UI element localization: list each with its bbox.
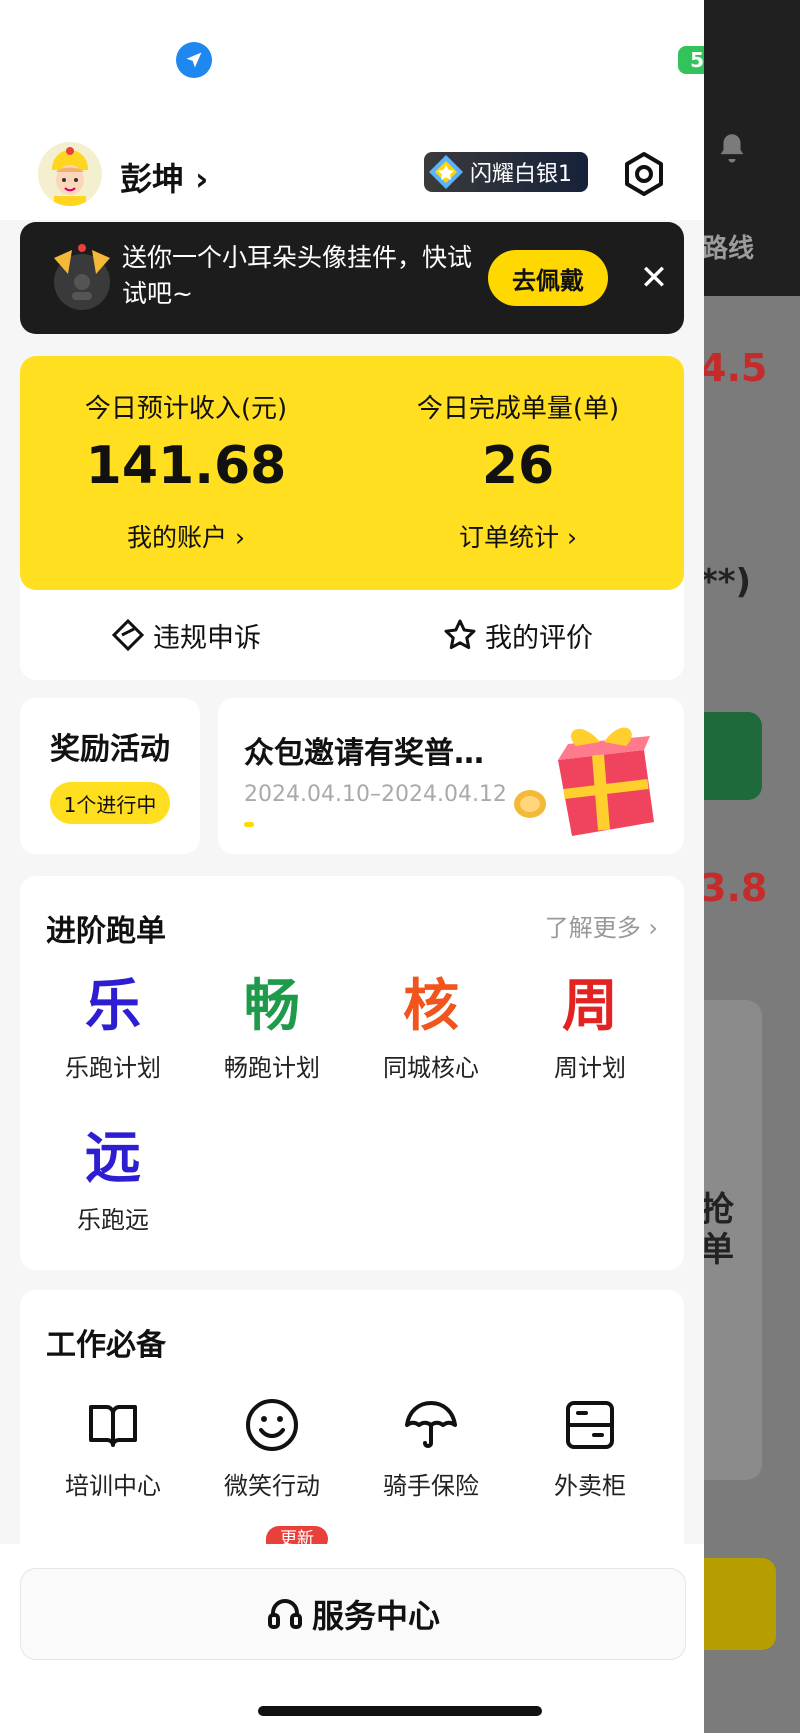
plan-label: 乐跑远	[77, 1206, 149, 1234]
background-green-button	[700, 712, 762, 800]
plan-glyph-icon: 核	[403, 974, 459, 1039]
section-title: 进阶跑单	[46, 914, 166, 949]
appeal-icon	[111, 618, 145, 652]
earnings-card: 今日预计收入(元) 141.68 我的账户 › 今日完成单量(单) 26 订单统…	[20, 356, 684, 680]
location-arrow-icon	[176, 42, 212, 78]
service-footer: 服务中心	[0, 1544, 704, 1733]
earnings-summary: 今日预计收入(元) 141.68 我的账户 › 今日完成单量(单) 26 订单统…	[20, 356, 684, 590]
promo-date: 2024.04.10–2024.04.12	[244, 782, 507, 807]
route-label: 路线	[702, 234, 755, 264]
learn-more-link[interactable]: 了解更多 ›	[545, 908, 658, 943]
bell-icon	[715, 130, 749, 164]
tool-label: 骑手保险	[383, 1472, 479, 1500]
gift-box-icon	[514, 727, 654, 836]
background-yellow-button	[700, 1558, 776, 1650]
orders-value: 26	[481, 436, 555, 496]
background-price: 3.8	[700, 866, 768, 910]
section-title: 工作必备	[46, 1328, 166, 1363]
plan-glyph-icon: 乐	[85, 974, 141, 1039]
plan-city-core[interactable]: 核 同城核心	[348, 972, 514, 1083]
star-icon	[444, 619, 476, 650]
status-bar: 55	[0, 0, 704, 120]
tool-label: 微笑行动	[224, 1472, 320, 1500]
book-icon	[89, 1405, 137, 1447]
reward-status-badge: 1个进行中	[50, 782, 170, 824]
close-icon[interactable]: ✕	[634, 258, 674, 298]
tool-label: 外卖柜	[554, 1472, 626, 1500]
profile-header: 彭坤 › 闪耀白银1	[0, 120, 704, 220]
background-price: 4.5	[700, 346, 768, 390]
appeal-label: 违规申诉	[153, 622, 261, 654]
tool-rider-insurance[interactable]: 骑手保险	[348, 1390, 514, 1501]
orders-label: 今日完成单量(单)	[416, 394, 620, 424]
background-masked-text: **)	[700, 562, 752, 602]
promo-banner[interactable]: 众包邀请有奖普… 2024.04.10–2024.04.12	[218, 698, 684, 854]
income-label: 今日预计收入(元)	[84, 394, 288, 424]
my-rating-button[interactable]: 我的评价	[352, 590, 684, 680]
avatar-pendant-toast: 送你一个小耳朵头像挂件，快试试吧~ 去佩戴 ✕	[20, 222, 684, 334]
username[interactable]: 彭坤 ›	[120, 154, 208, 200]
plan-label: 畅跑计划	[224, 1054, 320, 1082]
diamond-icon	[429, 155, 463, 189]
settings-button[interactable]	[620, 150, 668, 198]
reward-activities-card[interactable]: 奖励活动 1个进行中	[20, 698, 200, 854]
umbrella-icon	[405, 1401, 457, 1448]
my-account-link[interactable]: 我的账户 ›	[20, 518, 352, 554]
service-center-button[interactable]: 服务中心	[20, 1568, 686, 1660]
plan-glyph-icon: 远	[85, 1126, 141, 1191]
bear-ear-avatar-icon	[54, 244, 110, 310]
plan-le-pao-yuan[interactable]: 远 乐跑远	[30, 1124, 196, 1235]
order-stats-link[interactable]: 订单统计 ›	[352, 518, 684, 554]
headset-icon	[267, 1599, 302, 1629]
background-grab-label: 单	[700, 1230, 734, 1270]
tool-label: 培训中心	[65, 1472, 161, 1500]
my-rating-label: 我的评价	[485, 622, 593, 654]
plan-label: 乐跑计划	[65, 1054, 161, 1082]
wear-pendant-button[interactable]: 去佩戴	[488, 250, 608, 306]
carousel-indicator	[244, 822, 254, 827]
settings-hexagon-icon	[625, 152, 663, 196]
avatar[interactable]	[38, 142, 102, 206]
appeal-button[interactable]: 违规申诉	[20, 590, 352, 680]
income-column: 今日预计收入(元) 141.68 我的账户 ›	[20, 356, 352, 590]
plan-label: 周计划	[554, 1054, 626, 1082]
tool-training-center[interactable]: 培训中心	[30, 1390, 196, 1501]
promo-title: 众包邀请有奖普…	[244, 736, 484, 771]
plan-chang-pao[interactable]: 畅 畅跑计划	[189, 972, 355, 1083]
reward-activities-title: 奖励活动	[50, 732, 170, 767]
income-value: 141.68	[85, 436, 287, 496]
plan-glyph-icon: 周	[562, 974, 618, 1039]
rank-label: 闪耀白银1	[470, 162, 572, 187]
service-center-label: 服务中心	[311, 1597, 440, 1635]
plan-glyph-icon: 畅	[244, 974, 300, 1039]
advanced-running-section: 进阶跑单 了解更多 › 乐 乐跑计划 畅 畅跑计划 核 同城核心 周 周计划 远…	[20, 876, 684, 1270]
rank-badge[interactable]: 闪耀白银1	[424, 152, 588, 192]
orders-column: 今日完成单量(单) 26 订单统计 ›	[352, 356, 684, 590]
home-indicator[interactable]	[258, 1706, 542, 1716]
tool-delivery-locker[interactable]: 外卖柜	[507, 1390, 673, 1501]
plan-le-pao[interactable]: 乐 乐跑计划	[30, 972, 196, 1083]
battery-indicator: 55	[678, 46, 704, 74]
smile-icon	[246, 1399, 298, 1451]
plan-label: 同城核心	[383, 1054, 479, 1082]
plan-weekly[interactable]: 周 周计划	[507, 972, 673, 1083]
side-drawer: 55 彭坤 › 闪耀白银1	[0, 0, 704, 1733]
locker-icon	[566, 1401, 614, 1449]
tool-smile-action[interactable]: 微笑行动	[189, 1390, 355, 1501]
toast-message: 送你一个小耳朵头像挂件，快试试吧~	[122, 243, 473, 308]
